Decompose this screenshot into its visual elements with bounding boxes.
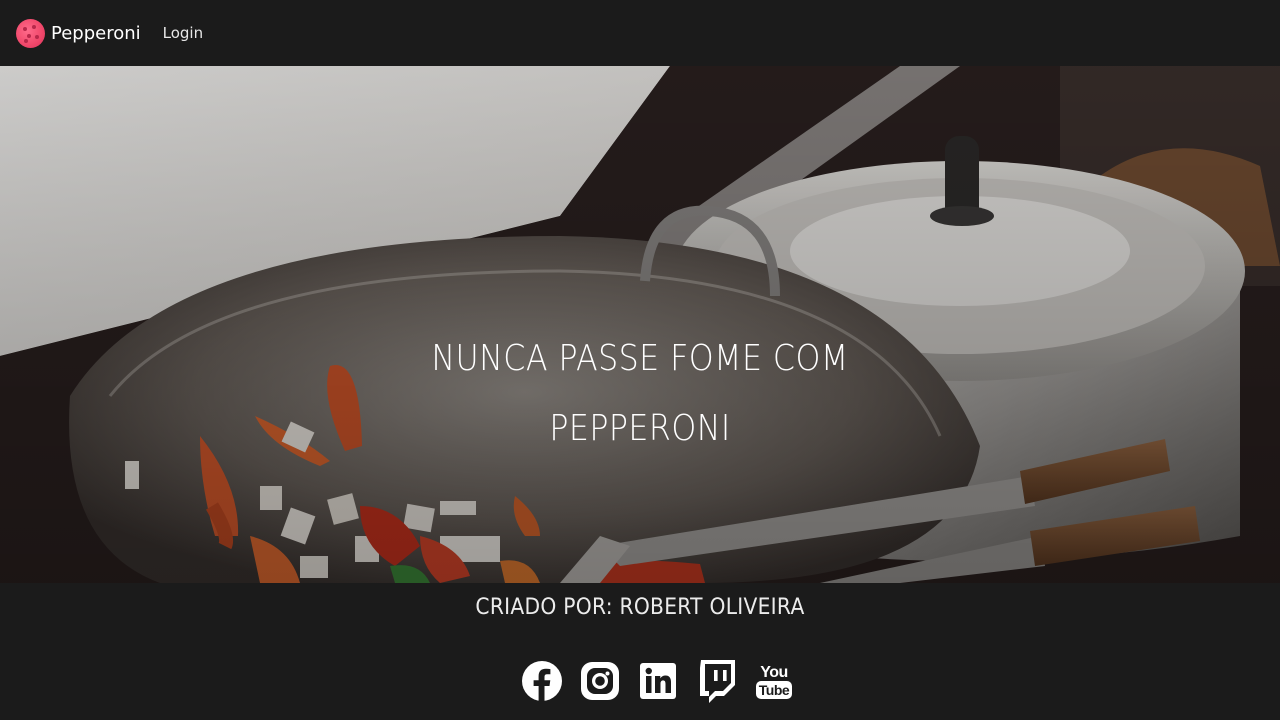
youtube-icon[interactable]: You Tube [752, 657, 796, 705]
hero-title-line-2: PEPPERONI [549, 408, 731, 449]
twitch-icon[interactable] [694, 657, 738, 705]
top-navbar: Pepperoni Login [0, 0, 1280, 66]
hero-banner: NUNCA PASSE FOME COM PEPPERONI [0, 66, 1280, 583]
youtube-logo-text-bottom: Tube [755, 680, 793, 699]
pepperoni-logo-icon [16, 18, 45, 48]
youtube-logo-text-top: You [760, 663, 788, 681]
hero-title: NUNCA PASSE FOME COM PEPPERONI [0, 324, 1280, 464]
brand-link[interactable]: Pepperoni [16, 18, 141, 48]
footer: CRIADO POR: ROBERT OLIVEIRA You Tube [0, 583, 1280, 720]
brand-name: Pepperoni [51, 22, 141, 44]
social-links: You Tube [520, 657, 810, 705]
author-credit: CRIADO POR: ROBERT OLIVEIRA [475, 595, 805, 620]
instagram-icon[interactable] [578, 657, 622, 705]
facebook-icon[interactable] [520, 657, 564, 705]
hero-title-line-1: NUNCA PASSE FOME COM [431, 338, 849, 379]
login-link[interactable]: Login [163, 24, 203, 42]
linkedin-icon[interactable] [636, 657, 680, 705]
